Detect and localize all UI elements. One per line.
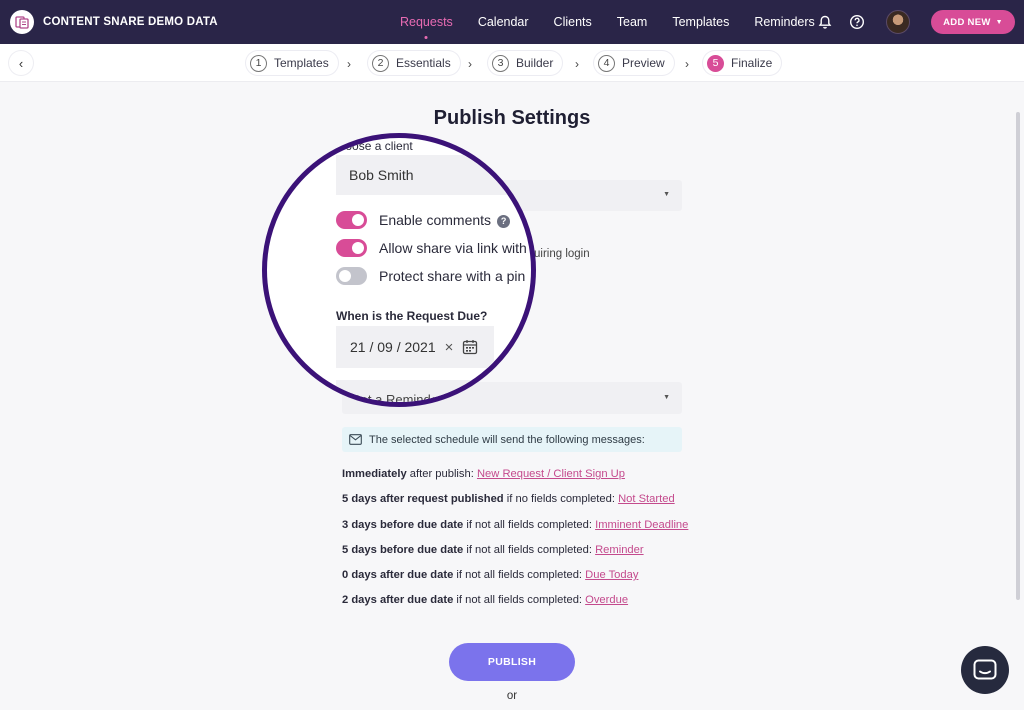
caret-down-icon: ▼	[663, 191, 670, 198]
schedule-message-link[interactable]: Due Today	[585, 569, 638, 581]
schedule-timing: 0 days after due date	[342, 569, 454, 582]
schedule-timing: 2 days after due date	[342, 594, 454, 607]
mail-icon	[349, 434, 362, 445]
toggle-label: Allow share via link with	[379, 240, 527, 256]
step-number: 4	[598, 54, 615, 72]
page-title: Publish Settings	[433, 107, 591, 129]
schedule-condition: if not all fields completed:	[463, 518, 596, 531]
calendar-icon[interactable]	[462, 339, 478, 355]
toggle-label-text: Enable comments	[379, 212, 492, 228]
wizard-steps-bar: ‹ 1 Templates › 2 Essentials › 3 Builder…	[0, 44, 1024, 82]
schedule-timing: 5 days before due date	[342, 543, 464, 556]
nav-link-reminders[interactable]: Reminders	[754, 15, 814, 29]
clear-icon[interactable]: ×	[445, 339, 454, 356]
due-date-label: When is the Request Due?	[336, 309, 488, 323]
protect-pin-row: Protect share with a pin	[336, 265, 525, 287]
share-link-row: Allow share via link with	[336, 237, 527, 259]
schedule-list: Immediately after publish: New Request /…	[342, 468, 762, 620]
step-finalize[interactable]: 5 Finalize	[703, 51, 782, 75]
schedule-item: 0 days after due date if not all fields …	[342, 569, 762, 594]
help-icon[interactable]: ?	[497, 215, 511, 228]
publish-button[interactable]: PUBLISH	[449, 643, 575, 681]
or-separator: or	[506, 690, 518, 702]
step-number: 3	[492, 54, 509, 72]
add-new-button[interactable]: ADD NEW ▼	[931, 10, 1015, 34]
step-label: Finalize	[731, 56, 773, 70]
nav-link-requests[interactable]: Requests	[400, 15, 453, 29]
protect-pin-toggle[interactable]	[336, 267, 367, 285]
nav-links: Requests Calendar Clients Team Templates…	[400, 0, 840, 44]
schedule-message-link[interactable]: Overdue	[585, 594, 628, 606]
nav-link-calendar[interactable]: Calendar	[478, 15, 529, 29]
step-label: Preview	[622, 56, 665, 70]
nav-link-templates[interactable]: Templates	[672, 15, 729, 29]
schedule-message-link[interactable]: Not Started	[618, 493, 675, 505]
share-link-toggle[interactable]	[336, 239, 367, 257]
client-value: Bob Smith	[349, 167, 414, 183]
schedule-condition: if not all fields completed:	[453, 569, 586, 582]
chevron-left-icon: ‹	[18, 55, 24, 71]
schedule-item: 5 days after request published if no fie…	[342, 493, 762, 518]
content-snare-logo-icon	[10, 10, 34, 34]
due-date-input[interactable]: 21 / 09 / 2021 ×	[336, 326, 494, 368]
step-number: 1	[250, 54, 267, 72]
caret-down-icon: ▼	[663, 394, 670, 401]
step-label: Essentials	[396, 56, 451, 70]
schedule-info-box: The selected schedule will send the foll…	[342, 427, 682, 452]
share-link-label-suffix: uiring login	[534, 248, 590, 260]
step-preview[interactable]: 4 Preview	[594, 51, 674, 75]
toggle-label: Protect share with a pin	[379, 268, 526, 284]
schedule-item: 3 days before due date if not all fields…	[342, 519, 762, 544]
step-label: Builder	[516, 56, 554, 70]
chevron-right-icon: ›	[685, 57, 689, 71]
chat-icon	[973, 659, 997, 680]
schedule-message-link[interactable]: New Request / Client Sign Up	[477, 468, 625, 480]
step-label: Templates	[274, 56, 329, 70]
schedule-condition: after publish:	[406, 468, 477, 480]
enable-comments-toggle[interactable]	[336, 211, 367, 229]
schedule-timing: 3 days before due date	[342, 518, 464, 531]
nav-link-clients[interactable]: Clients	[554, 15, 592, 29]
toggle-label: Enable comments?	[379, 212, 511, 228]
schedule-item: 2 days after due date if not all fields …	[342, 594, 762, 619]
chevron-right-icon: ›	[347, 57, 351, 71]
nav-link-team[interactable]: Team	[617, 15, 648, 29]
chat-widget-button[interactable]	[961, 646, 1009, 694]
schedule-condition: if not all fields completed:	[463, 543, 596, 556]
step-builder[interactable]: 3 Builder	[488, 51, 563, 75]
brand-name: CONTENT SNARE DEMO DATA	[43, 16, 218, 28]
step-number: 2	[372, 54, 389, 72]
step-number: 5	[707, 54, 724, 72]
caret-down-icon: ▼	[995, 18, 1003, 26]
schedule-timing: Immediately	[342, 468, 407, 480]
brand[interactable]: CONTENT SNARE DEMO DATA	[10, 10, 218, 34]
chevron-right-icon: ›	[575, 57, 579, 71]
schedule-item: Immediately after publish: New Request /…	[342, 468, 762, 493]
bell-icon[interactable]	[815, 12, 835, 32]
enable-comments-row: Enable comments?	[336, 209, 511, 231]
schedule-info-text: The selected schedule will send the foll…	[369, 433, 645, 446]
step-templates[interactable]: 1 Templates	[246, 51, 338, 75]
page-scrollbar[interactable]	[1016, 112, 1020, 600]
back-button[interactable]: ‹	[9, 51, 33, 75]
step-essentials[interactable]: 2 Essentials	[368, 51, 460, 75]
schedule-message-link[interactable]: Reminder	[595, 544, 644, 556]
help-circle-icon[interactable]	[847, 12, 867, 32]
magnifier-lens: Choose a client Bob Smith Enable comment…	[262, 133, 536, 407]
schedule-condition: if no fields completed:	[503, 493, 619, 506]
schedule-message-link[interactable]: Imminent Deadline	[595, 519, 688, 531]
client-field[interactable]: Bob Smith	[336, 155, 531, 195]
magnified-form: Choose a client Bob Smith Enable comment…	[267, 138, 531, 402]
schedule-timing: 5 days after request published	[342, 493, 504, 506]
chevron-right-icon: ›	[468, 57, 472, 71]
user-avatar[interactable]	[886, 10, 910, 34]
schedule-item: 5 days before due date if not all fields…	[342, 544, 762, 569]
schedule-condition: if not all fields completed:	[453, 594, 586, 607]
due-date-value: 21 / 09 / 2021	[350, 339, 436, 355]
client-label: Choose a client	[330, 139, 413, 153]
add-new-label: ADD NEW	[943, 16, 991, 28]
top-nav: CONTENT SNARE DEMO DATA Requests Calenda…	[0, 0, 1024, 44]
